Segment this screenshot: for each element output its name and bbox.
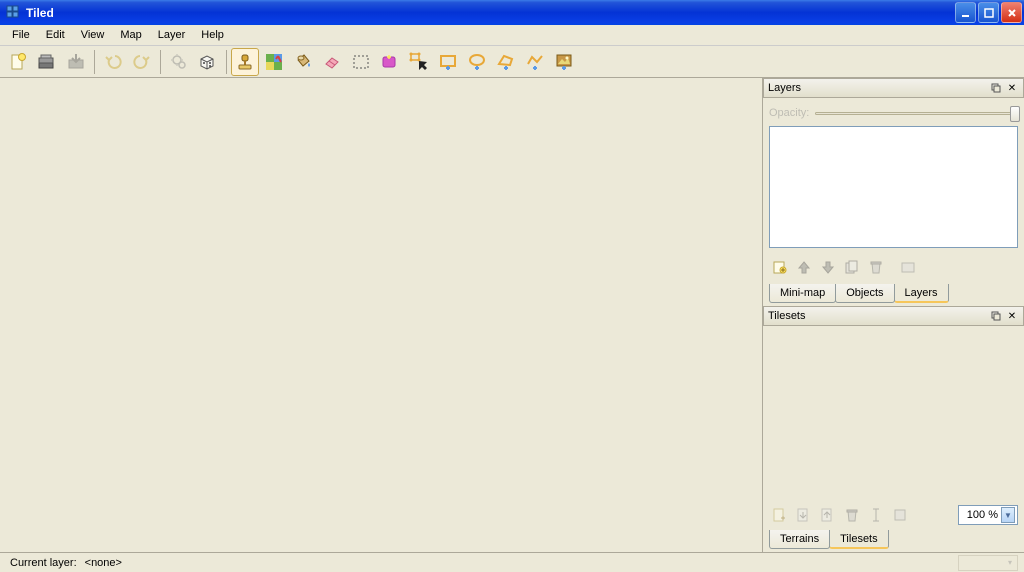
opacity-label: Opacity: [769,107,809,119]
tilesets-panel: Tilesets ✕ 100 % ▼ Terrains Til [763,306,1024,552]
duplicate-layer-button[interactable] [841,256,863,278]
tilesets-panel-header[interactable]: Tilesets ✕ [763,306,1024,326]
layer-tools [763,254,1024,284]
minimize-button[interactable] [955,2,976,23]
status-combo[interactable]: ▾ [958,555,1018,571]
current-layer-value: <none> [81,557,126,569]
insert-ellipse-button[interactable] [463,48,491,76]
close-panel-icon[interactable]: ✕ [1005,81,1019,95]
terrain-brush-button[interactable] [260,48,288,76]
import-tileset-button[interactable] [793,504,815,526]
tab-minimap[interactable]: Mini-map [769,284,836,303]
layers-panel-title: Layers [768,82,987,94]
new-button[interactable] [4,48,32,76]
move-up-button[interactable] [793,256,815,278]
tab-tilesets[interactable]: Tilesets [829,530,889,549]
delete-tileset-button[interactable] [841,504,863,526]
layer-list[interactable] [769,126,1018,248]
undock-icon[interactable] [989,309,1003,323]
menu-map[interactable]: Map [112,27,149,43]
menu-layer[interactable]: Layer [150,27,194,43]
menu-edit[interactable]: Edit [38,27,73,43]
close-button[interactable] [1001,2,1022,23]
opacity-slider[interactable] [815,104,1018,122]
opacity-row: Opacity: [763,98,1024,126]
tab-objects[interactable]: Objects [835,284,894,303]
rect-select-button[interactable] [347,48,375,76]
menu-view[interactable]: View [73,27,113,43]
layers-panel-header[interactable]: Layers ✕ [763,78,1024,98]
app-icon [6,5,22,21]
tilesets-panel-title: Tilesets [768,310,987,322]
insert-polygon-button[interactable] [492,48,520,76]
tab-terrains[interactable]: Terrains [769,530,830,549]
zoom-value: 100 % [961,509,1001,521]
chevron-down-icon[interactable]: ▼ [1001,507,1015,523]
command-button[interactable] [165,48,193,76]
rename-tileset-button[interactable] [865,504,887,526]
menu-bar: File Edit View Map Layer Help [0,25,1024,46]
status-bar: Current layer: <none> ▾ [0,552,1024,572]
maximize-button[interactable] [978,2,999,23]
menu-file[interactable]: File [4,27,38,43]
toolbar-separator [94,50,95,74]
insert-rectangle-button[interactable] [434,48,462,76]
chevron-down-icon: ▾ [1003,556,1017,570]
toolbar [0,46,1024,78]
insert-polyline-button[interactable] [521,48,549,76]
show-hide-layers-button[interactable] [897,256,919,278]
random-button[interactable] [194,48,222,76]
layers-panel-tabs: Mini-map Objects Layers [763,284,1024,306]
title-bar: Tiled [0,0,1024,25]
layers-panel: Layers ✕ Opacity: Mini-map [763,78,1024,306]
move-down-button[interactable] [817,256,839,278]
tileset-body[interactable] [763,326,1024,500]
window-title: Tiled [26,6,955,20]
tileset-properties-button[interactable] [889,504,911,526]
magic-wand-button[interactable] [376,48,404,76]
zoom-combo[interactable]: 100 % ▼ [958,505,1018,525]
undock-icon[interactable] [989,81,1003,95]
delete-layer-button[interactable] [865,256,887,278]
canvas-area[interactable] [0,78,762,552]
tileset-tools: 100 % ▼ [763,500,1024,530]
toolbar-separator [160,50,161,74]
export-tileset-button[interactable] [817,504,839,526]
redo-button[interactable] [128,48,156,76]
undo-button[interactable] [99,48,127,76]
tilesets-panel-tabs: Terrains Tilesets [763,530,1024,552]
tab-layers[interactable]: Layers [894,284,949,303]
open-button[interactable] [33,48,61,76]
eraser-button[interactable] [318,48,346,76]
new-layer-button[interactable] [769,256,791,278]
select-object-button[interactable] [405,48,433,76]
save-button[interactable] [62,48,90,76]
toolbar-separator [226,50,227,74]
insert-image-button[interactable] [550,48,578,76]
current-layer-label: Current layer: [6,557,81,569]
close-panel-icon[interactable]: ✕ [1005,309,1019,323]
menu-help[interactable]: Help [193,27,232,43]
new-tileset-button[interactable] [769,504,791,526]
main-area: Layers ✕ Opacity: Mini-map [0,78,1024,552]
bucket-fill-button[interactable] [289,48,317,76]
stamp-brush-button[interactable] [231,48,259,76]
right-dock: Layers ✕ Opacity: Mini-map [762,78,1024,552]
